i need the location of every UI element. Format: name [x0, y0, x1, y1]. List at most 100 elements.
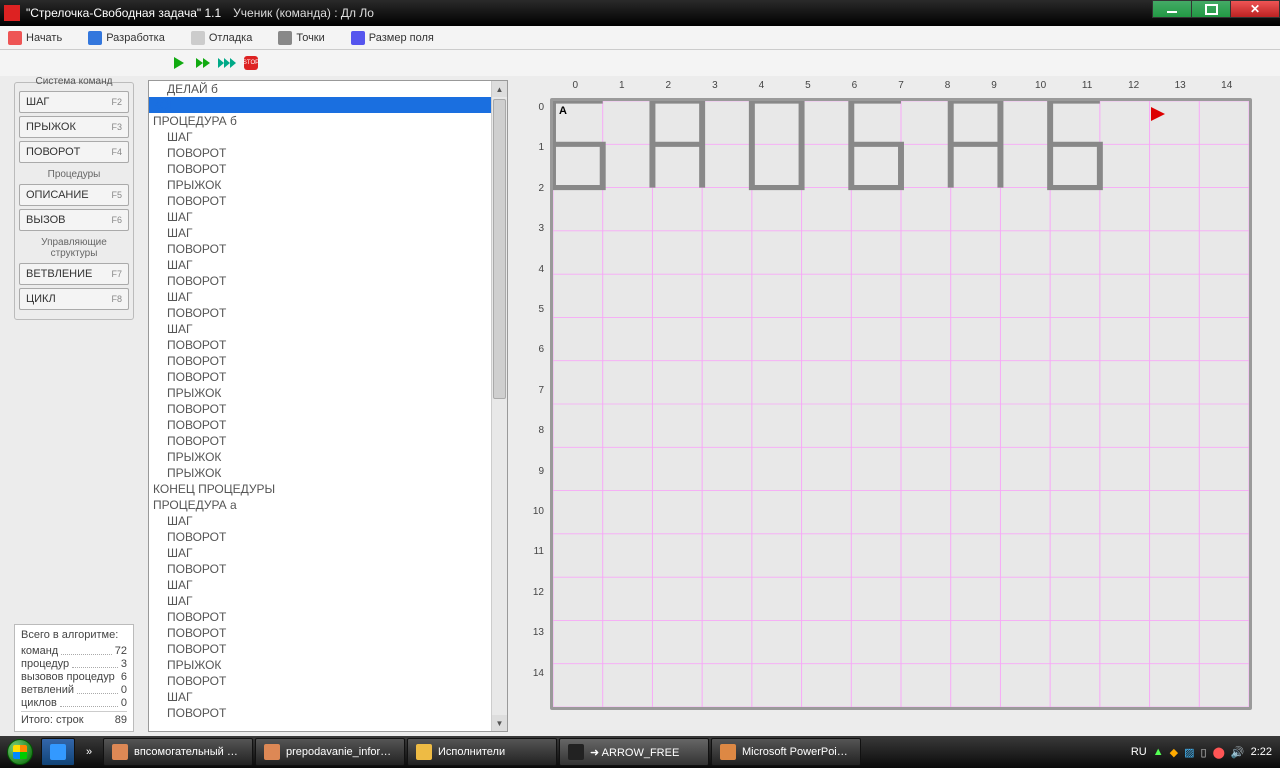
cmd-describe-button[interactable]: ОПИСАНИЕF5: [19, 184, 129, 206]
code-line[interactable]: ПОВОРОТ: [149, 433, 491, 449]
window-close-button[interactable]: [1230, 0, 1280, 18]
menu-start[interactable]: Начать: [8, 31, 62, 45]
system-tray[interactable]: RU ▲ ◆ ▨ ▯ ⬤ 🔊 2:22: [1123, 746, 1280, 759]
tray-alert-icon[interactable]: ⬤: [1213, 746, 1225, 759]
menu-dev[interactable]: Разработка: [88, 31, 165, 45]
code-scrollbar[interactable]: ▲ ▼: [491, 81, 507, 731]
code-line[interactable]: ПОВОРОТ: [149, 193, 491, 209]
scroll-thumb[interactable]: [493, 99, 506, 399]
code-line[interactable]: ПОВОРОТ: [149, 305, 491, 321]
start-button[interactable]: [0, 736, 40, 768]
code-line[interactable]: ПОВОРОТ: [149, 609, 491, 625]
taskbar-item[interactable]: prepodavanie_infor…: [255, 738, 405, 766]
taskbar-chevrons[interactable]: »: [76, 746, 102, 758]
tray-clock[interactable]: 2:22: [1251, 746, 1272, 758]
code-line[interactable]: ШАГ: [149, 513, 491, 529]
taskbar: » впсомогательный …prepodavanie_infor…Ис…: [0, 736, 1280, 768]
app-icon: [720, 744, 736, 760]
run-fast-button[interactable]: [194, 54, 212, 72]
code-line[interactable]: ШАГ: [149, 289, 491, 305]
code-line[interactable]: ПОВОРОТ: [149, 561, 491, 577]
cmd-turn-button[interactable]: ПОВОРОТF4: [19, 141, 129, 163]
code-line[interactable]: ПОВОРОТ: [149, 273, 491, 289]
window-subtitle: Ученик (команда) : Дл Ло: [233, 6, 374, 20]
taskbar-item[interactable]: впсомогательный …: [103, 738, 253, 766]
tray-up-icon[interactable]: ▲: [1153, 746, 1164, 758]
cmd-loop-button[interactable]: ЦИКЛF8: [19, 288, 129, 310]
run-step-button[interactable]: [218, 54, 236, 72]
code-line[interactable]: ШАГ: [149, 689, 491, 705]
code-line[interactable]: ПРОЦЕДУРА б: [149, 113, 491, 129]
code-line[interactable]: ПОВОРОТ: [149, 337, 491, 353]
code-line[interactable]: ПРЫЖОК: [149, 449, 491, 465]
group-control-label: Управляющие структуры: [19, 237, 129, 259]
code-line[interactable]: ПОВОРОТ: [149, 241, 491, 257]
code-line[interactable]: ПОВОРОТ: [149, 369, 491, 385]
code-line[interactable]: ПОВОРОТ: [149, 417, 491, 433]
taskbar-item[interactable]: Исполнители: [407, 738, 557, 766]
run-button[interactable]: [170, 54, 188, 72]
window-titlebar: "Стрелочка-Свободная задача" 1.1 Ученик …: [0, 0, 1280, 26]
taskbar-item[interactable]: ➜ ARROW_FREE: [559, 738, 709, 766]
code-line[interactable]: ПОВОРОТ: [149, 641, 491, 657]
code-line[interactable]: ШАГ: [149, 321, 491, 337]
tray-battery-icon[interactable]: ▯: [1201, 746, 1207, 759]
cmd-branch-button[interactable]: ВЕТВЛЕНИЕF7: [19, 263, 129, 285]
group-commands-label: Система команд: [15, 76, 133, 87]
drawing-grid[interactable]: А: [550, 98, 1252, 710]
code-line[interactable]: ШАГ: [149, 577, 491, 593]
play-toolbar: STOP: [0, 50, 1280, 76]
code-line[interactable]: ПРЫЖОК: [149, 385, 491, 401]
code-line[interactable]: ШАГ: [149, 129, 491, 145]
code-line[interactable]: ПОВОРОТ: [149, 625, 491, 641]
stop-icon: STOP: [244, 56, 258, 70]
scroll-up-button[interactable]: ▲: [492, 81, 507, 97]
points-icon: [278, 31, 292, 45]
code-line[interactable]: ПОВОРОТ: [149, 673, 491, 689]
code-line[interactable]: КОНЕЦ ПРОЦЕДУРЫ: [149, 481, 491, 497]
tray-volume-icon[interactable]: 🔊: [1231, 746, 1245, 759]
code-editor[interactable]: ДЕЛАЙ бКОНПРОЦЕДУРА бШАГПОВОРОТПОВОРОТПР…: [148, 80, 508, 732]
app-icon: [264, 744, 280, 760]
scroll-down-button[interactable]: ▼: [492, 715, 507, 731]
menu-fieldsize[interactable]: Размер поля: [351, 31, 434, 45]
code-line[interactable]: ДЕЛАЙ б: [149, 81, 491, 97]
taskbar-ie[interactable]: [41, 738, 75, 766]
code-line[interactable]: ПРЫЖОК: [149, 657, 491, 673]
code-line[interactable]: ПОВОРОТ: [149, 145, 491, 161]
tray-network-icon[interactable]: ▨: [1184, 746, 1194, 759]
code-line[interactable]: ПОВОРОТ: [149, 401, 491, 417]
code-line[interactable]: ПОВОРОТ: [149, 529, 491, 545]
code-line[interactable]: ПОВОРОТ: [149, 161, 491, 177]
debug-icon: [191, 31, 205, 45]
menu-bar: Начать Разработка Отладка Точки Размер п…: [0, 26, 1280, 50]
code-line[interactable]: ПОВОРОТ: [149, 705, 491, 721]
code-line[interactable]: ПОВОРОТ: [149, 353, 491, 369]
window-maximize-button[interactable]: [1191, 0, 1231, 18]
code-line[interactable]: ПРЫЖОК: [149, 177, 491, 193]
stop-button[interactable]: STOP: [242, 54, 260, 72]
cmd-jump-button[interactable]: ПРЫЖОКF3: [19, 116, 129, 138]
cmd-call-button[interactable]: ВЫЗОВF6: [19, 209, 129, 231]
menu-points[interactable]: Точки: [278, 31, 324, 45]
tray-shield-icon[interactable]: ◆: [1170, 746, 1178, 759]
size-icon: [351, 31, 365, 45]
code-line[interactable]: ПРЫЖОК: [149, 465, 491, 481]
code-line[interactable]: ШАГ: [149, 593, 491, 609]
window-minimize-button[interactable]: [1152, 0, 1192, 18]
cmd-step-button[interactable]: ШАГF2: [19, 91, 129, 113]
code-line[interactable]: ШАГ: [149, 225, 491, 241]
menu-debug[interactable]: Отладка: [191, 31, 252, 45]
code-line[interactable]: ШАГ: [149, 545, 491, 561]
code-line[interactable]: ПРОЦЕДУРА а: [149, 497, 491, 513]
group-procedures-label: Процедуры: [19, 169, 129, 180]
stats-box: Всего в алгоритме: команд72 процедур3 вы…: [14, 624, 134, 732]
start-marker: А: [559, 105, 567, 117]
stats-title: Всего в алгоритме:: [21, 629, 127, 641]
code-line[interactable]: ШАГ: [149, 209, 491, 225]
code-line[interactable]: ШАГ: [149, 257, 491, 273]
tray-lang[interactable]: RU: [1131, 746, 1147, 758]
play-icon: [174, 57, 184, 69]
code-line[interactable]: КОН: [149, 97, 491, 113]
taskbar-item[interactable]: Microsoft PowerPoi…: [711, 738, 861, 766]
